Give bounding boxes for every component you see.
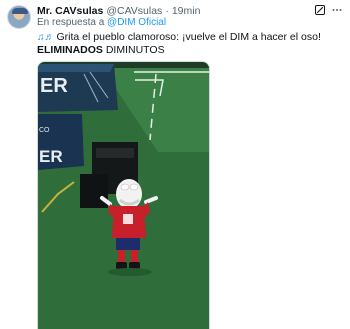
banner-small-text: CO: [39, 127, 50, 134]
separator-dot: ·: [165, 4, 169, 17]
tweet-header: Mr. CAVsulas @CAVsulas · 19min: [37, 4, 310, 17]
banner-top-text: ER: [40, 75, 68, 97]
author-name[interactable]: Mr. CAVsulas: [37, 5, 103, 17]
tweet-line-1-text: Grita el pueblo clamoroso: ¡vuelve el DI…: [56, 31, 321, 43]
mascot-sock-left: [118, 250, 125, 264]
banner-lower-text: ER: [39, 147, 63, 166]
mascot-shoe-left: [116, 262, 127, 269]
reply-mention-link[interactable]: @DIM Oficial: [107, 17, 166, 28]
tweet-time[interactable]: 19min: [172, 5, 201, 17]
banner-top-edge: [38, 64, 114, 72]
mascot-shadow: [108, 268, 152, 276]
speaker-panel: [96, 148, 134, 158]
tweet-text: ♫♬ Grita el pueblo clamoroso: ¡vuelve el …: [37, 31, 321, 57]
mascot-shorts: [116, 238, 140, 250]
tweet-bold-word: ELIMINADOS: [37, 44, 103, 56]
avatar[interactable]: [7, 5, 31, 29]
mascot-eye-left: [120, 183, 130, 191]
mascot-shoe-right: [129, 262, 140, 269]
mascot-eye-right: [129, 183, 139, 191]
tweet-video[interactable]: ER CO ER: [37, 61, 210, 329]
tweet-line-2: ELIMINADOS DIMINUTOS: [37, 44, 321, 57]
author-handle[interactable]: @CAVsulas: [106, 5, 162, 17]
video-frame: ER CO ER: [38, 62, 209, 329]
grok-icon[interactable]: [313, 3, 327, 17]
reply-prefix: En respuesta a: [37, 17, 105, 28]
music-notes-icon: ♫♬: [37, 32, 55, 43]
tweet: Mr. CAVsulas @CAVsulas · 19min En respue…: [0, 0, 350, 329]
avatar-cap: [12, 8, 28, 14]
more-icon[interactable]: [330, 3, 344, 17]
tweet-line-2-rest: DIMINUTOS: [105, 44, 165, 56]
mascot-badge: [123, 214, 133, 224]
speaker-box: [80, 174, 108, 208]
mascot-sock-right: [131, 250, 138, 264]
tweet-line-1: ♫♬ Grita el pueblo clamoroso: ¡vuelve el …: [37, 31, 321, 44]
reply-context: En respuesta a @DIM Oficial: [37, 17, 166, 28]
